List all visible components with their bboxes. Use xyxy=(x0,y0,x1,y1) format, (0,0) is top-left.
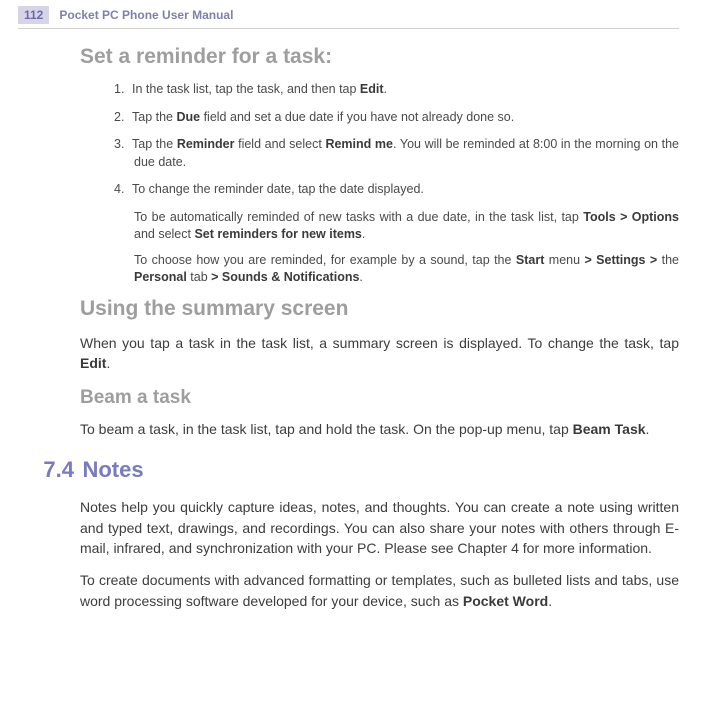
step-item: 4.To change the reminder date, tap the d… xyxy=(134,181,679,199)
step-text: Tap the Reminder field and select Remind… xyxy=(132,137,679,169)
heading-beam-task: Beam a task xyxy=(80,387,679,409)
step-num: 1. xyxy=(114,81,132,99)
step-text: To change the reminder date, tap the dat… xyxy=(132,182,424,196)
body-notes-1: Notes help you quickly capture ideas, no… xyxy=(80,497,679,558)
section-heading-notes: 7.4 Notes xyxy=(80,457,679,483)
step-num: 3. xyxy=(114,136,132,154)
page-header: 112 Pocket PC Phone User Manual xyxy=(18,0,679,29)
steps-list: 1.In the task list, tap the task, and th… xyxy=(134,81,679,199)
step-text: Tap the Due field and set a due date if … xyxy=(132,110,514,124)
body-notes-2: To create documents with advanced format… xyxy=(80,570,679,611)
step-text: In the task list, tap the task, and then… xyxy=(132,82,387,96)
page-number: 112 xyxy=(18,6,49,24)
step-item: 2.Tap the Due field and set a due date i… xyxy=(134,109,679,127)
section-number: 7.4 xyxy=(28,457,74,483)
step-item: 1.In the task list, tap the task, and th… xyxy=(134,81,679,99)
step-num: 4. xyxy=(114,181,132,199)
heading-set-reminder: Set a reminder for a task: xyxy=(80,45,679,69)
section-title: Notes xyxy=(82,457,143,482)
book-title: Pocket PC Phone User Manual xyxy=(59,8,233,22)
body-summary-screen: When you tap a task in the task list, a … xyxy=(80,333,679,374)
step-item: 3.Tap the Reminder field and select Remi… xyxy=(134,136,679,171)
body-beam-task: To beam a task, in the task list, tap an… xyxy=(80,419,679,439)
heading-summary-screen: Using the summary screen xyxy=(80,297,679,321)
step-num: 2. xyxy=(114,109,132,127)
page-content: Set a reminder for a task: 1.In the task… xyxy=(0,29,709,611)
extra-note: To be automatically reminded of new task… xyxy=(134,209,679,244)
extra-note: To choose how you are reminded, for exam… xyxy=(134,252,679,287)
